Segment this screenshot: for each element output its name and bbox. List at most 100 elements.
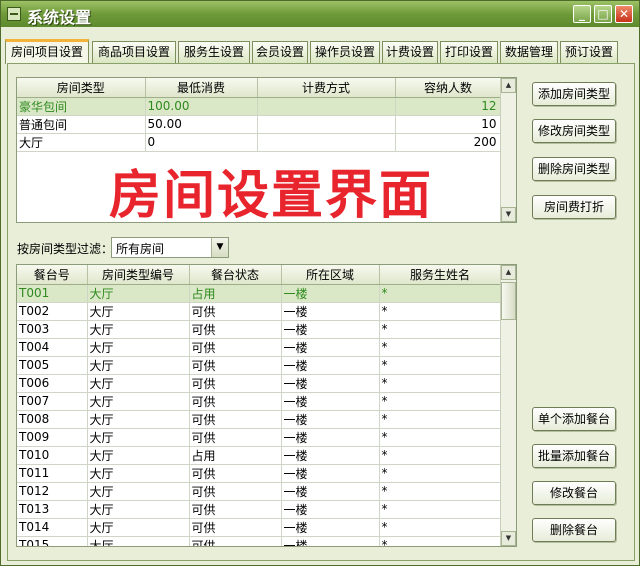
column-header-table-no[interactable]: 餐台号: [17, 265, 88, 285]
scroll-down-icon[interactable]: ▼: [501, 207, 516, 222]
table-row[interactable]: T004 大厅 可供 一楼 *: [17, 338, 502, 357]
tab-data-management[interactable]: 数据管理: [500, 41, 558, 63]
table-row[interactable]: T012 大厅 可供 一楼 *: [17, 482, 502, 501]
window-menu-icon[interactable]: [7, 7, 21, 21]
cell-waiter-name: *: [379, 302, 502, 321]
table-row[interactable]: T005 大厅 可供 一楼 *: [17, 356, 502, 375]
overlay-caption: 房间设置界面: [109, 166, 434, 226]
cell-table-status: 可供: [189, 536, 282, 546]
cell-room-type-no: 大厅: [87, 356, 190, 375]
cell-area: 一楼: [281, 446, 380, 465]
cell-waiter-name: *: [379, 338, 502, 357]
delete-room-type-button[interactable]: 删除房间类型: [532, 157, 616, 181]
cell-room-type: 大厅: [17, 133, 146, 152]
tab-print-settings[interactable]: 打印设置: [440, 41, 498, 63]
cell-room-type-no: 大厅: [87, 338, 190, 357]
tab-operator-settings[interactable]: 操作员设置: [310, 41, 380, 63]
table-row[interactable]: 豪华包间 100.00 12: [17, 97, 502, 116]
room-type-filter-label: 按房间类型过滤：: [17, 242, 114, 256]
room-types-scrollbar[interactable]: ▲ ▼: [500, 78, 516, 222]
cell-area: 一楼: [281, 392, 380, 411]
table-row[interactable]: T007 大厅 可供 一楼 *: [17, 392, 502, 411]
cell-table-no: T009: [17, 428, 88, 447]
cell-capacity: 12: [395, 97, 502, 116]
close-button[interactable]: ✕: [615, 5, 633, 23]
column-header-waiter-name[interactable]: 服务生姓名: [379, 265, 502, 285]
add-room-type-button[interactable]: 添加房间类型: [532, 82, 616, 106]
maximize-button[interactable]: □: [594, 5, 612, 23]
delete-table-button[interactable]: 删除餐台: [532, 518, 616, 542]
cell-area: 一楼: [281, 500, 380, 519]
cell-area: 一楼: [281, 482, 380, 501]
cell-table-status: 可供: [189, 518, 282, 537]
dining-tables-grid: 餐台号 房间类型编号 餐台状态 所在区域 服务生姓名 T001 大厅 占用 一楼 * T0…: [16, 264, 517, 547]
add-single-table-button[interactable]: 单个添加餐台: [532, 407, 616, 431]
edit-room-type-button[interactable]: 修改房间类型: [532, 119, 616, 143]
tab-room-settings[interactable]: 房间项目设置: [5, 39, 89, 64]
cell-waiter-name: *: [379, 464, 502, 483]
minimize-button[interactable]: _: [573, 5, 591, 23]
cell-table-status: 可供: [189, 392, 282, 411]
dining-tables-scrollbar[interactable]: ▲ ▼: [500, 265, 516, 546]
cell-waiter-name: *: [379, 446, 502, 465]
cell-table-no: T005: [17, 356, 88, 375]
cell-room-type-no: 大厅: [87, 320, 190, 339]
table-row[interactable]: T014 大厅 可供 一楼 *: [17, 518, 502, 537]
cell-capacity: 10: [395, 115, 502, 134]
cell-area: 一楼: [281, 410, 380, 429]
settings-tabs: 房间项目设置 商品项目设置 服务生设置 会员设置 操作员设置 计费设置 打印设置…: [5, 39, 637, 64]
table-row[interactable]: T009 大厅 可供 一楼 *: [17, 428, 502, 447]
cell-room-type-no: 大厅: [87, 482, 190, 501]
scroll-down-icon[interactable]: ▼: [501, 531, 516, 546]
scroll-thumb[interactable]: [501, 282, 516, 320]
column-header-capacity[interactable]: 容纳人数: [395, 78, 502, 98]
tab-billing-settings[interactable]: 计费设置: [382, 41, 438, 63]
title-bar[interactable]: 系统设置 _ □ ✕: [1, 1, 639, 27]
column-header-area[interactable]: 所在区域: [281, 265, 380, 285]
room-type-filter-select[interactable]: 所有房间 ▼: [111, 237, 229, 258]
table-row[interactable]: T006 大厅 可供 一楼 *: [17, 374, 502, 393]
cell-table-no: T001: [17, 284, 88, 303]
tab-booking-settings[interactable]: 预订设置: [560, 41, 618, 63]
chevron-down-icon[interactable]: ▼: [211, 238, 228, 257]
column-header-room-type[interactable]: 房间类型: [17, 78, 146, 98]
cell-billing: [257, 97, 396, 116]
cell-capacity: 200: [395, 133, 502, 152]
cell-room-type-no: 大厅: [87, 410, 190, 429]
table-row[interactable]: T001 大厅 占用 一楼 *: [17, 284, 502, 303]
table-row[interactable]: T015 大厅 可供 一楼 *: [17, 536, 502, 546]
column-header-min-spend[interactable]: 最低消费: [145, 78, 258, 98]
edit-table-button[interactable]: 修改餐台: [532, 481, 616, 505]
table-row[interactable]: T010 大厅 占用 一楼 *: [17, 446, 502, 465]
cell-table-no: T013: [17, 500, 88, 519]
tab-member-settings[interactable]: 会员设置: [252, 41, 308, 63]
column-header-table-status[interactable]: 餐台状态: [189, 265, 282, 285]
cell-waiter-name: *: [379, 356, 502, 375]
table-row[interactable]: 大厅 0 200: [17, 133, 502, 152]
scroll-up-icon[interactable]: ▲: [501, 78, 516, 93]
cell-area: 一楼: [281, 320, 380, 339]
table-row[interactable]: T002 大厅 可供 一楼 *: [17, 302, 502, 321]
cell-table-status: 可供: [189, 320, 282, 339]
room-fee-discount-button[interactable]: 房间费打折: [532, 195, 616, 219]
cell-room-type-no: 大厅: [87, 302, 190, 321]
cell-area: 一楼: [281, 428, 380, 447]
tab-waiter-settings[interactable]: 服务生设置: [178, 41, 250, 63]
table-row[interactable]: T011 大厅 可供 一楼 *: [17, 464, 502, 483]
scroll-up-icon[interactable]: ▲: [501, 265, 516, 280]
cell-min-spend: 50.00: [145, 115, 258, 134]
cell-room-type-no: 大厅: [87, 446, 190, 465]
tab-product-settings[interactable]: 商品项目设置: [92, 41, 176, 63]
batch-add-tables-button[interactable]: 批量添加餐台: [532, 444, 616, 468]
cell-billing: [257, 133, 396, 152]
column-header-room-type-no[interactable]: 房间类型编号: [87, 265, 190, 285]
cell-area: 一楼: [281, 356, 380, 375]
column-header-billing[interactable]: 计费方式: [257, 78, 396, 98]
cell-waiter-name: *: [379, 536, 502, 546]
cell-table-no: T015: [17, 536, 88, 546]
table-row[interactable]: T008 大厅 可供 一楼 *: [17, 410, 502, 429]
table-row[interactable]: T003 大厅 可供 一楼 *: [17, 320, 502, 339]
table-row[interactable]: 普通包间 50.00 10: [17, 115, 502, 134]
table-row[interactable]: T013 大厅 可供 一楼 *: [17, 500, 502, 519]
cell-table-no: T006: [17, 374, 88, 393]
